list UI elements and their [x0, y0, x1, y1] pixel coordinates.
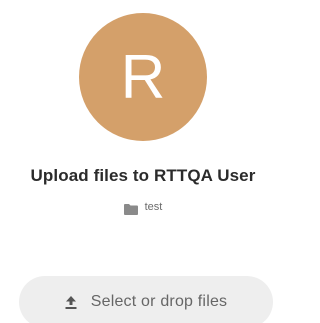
avatar-initial: R [120, 43, 166, 112]
folder-icon [123, 202, 138, 215]
folder-name: test [144, 201, 163, 213]
select-or-drop-files-button[interactable]: Select or drop files [19, 276, 273, 323]
upload-page: R Upload files to RTTQA User test Select… [0, 0, 286, 323]
upload-button-label: Select or drop files [90, 293, 228, 310]
page-title: Upload files to RTTQA User [30, 166, 256, 185]
upload-icon [65, 295, 77, 309]
avatar: R [79, 13, 207, 141]
folder-info: test [0, 201, 286, 215]
